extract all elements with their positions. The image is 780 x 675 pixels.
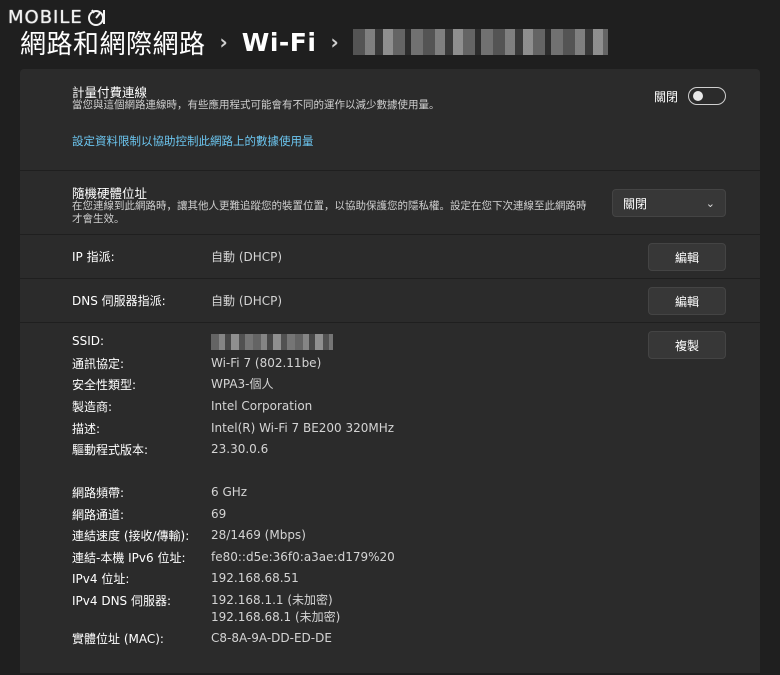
dns-assignment-value: 自動 (DHCP): [211, 294, 283, 308]
property-row: 製造商: Intel Corporation: [72, 398, 672, 416]
property-value: 6 GHz: [211, 485, 248, 499]
toggle-knob: [693, 91, 703, 101]
breadcrumb-chevron-icon: ›: [330, 30, 339, 54]
property-label: 描述:: [72, 422, 101, 436]
breadcrumb-chevron-icon: ›: [219, 30, 228, 54]
metered-connection-card: 計量付費連線 當您與這個網路連線時，有些應用程式可能會有不同的運作以減少數據使用…: [20, 69, 760, 171]
property-value: Intel Corporation: [211, 399, 313, 413]
ip-assignment-card: IP 指派: 自動 (DHCP) 編輯: [20, 235, 760, 279]
property-label: 實體位址 (MAC):: [72, 632, 164, 646]
property-row: 驅動程式版本: 23.30.0.6: [72, 441, 672, 459]
random-hardware-address-description: 在您連線到此網路時，讓其他人更難追蹤您的裝置位置，以協助保護您的隱私權。設定在您…: [72, 200, 587, 226]
breadcrumb-network-internet[interactable]: 網路和網際網路: [20, 24, 206, 61]
property-value-secondary: 192.168.68.1 (未加密): [211, 610, 341, 624]
dropdown-selected-value: 關閉: [623, 196, 648, 211]
chevron-down-icon: ⌄: [705, 196, 715, 210]
property-row: 網路通道: 69: [72, 506, 672, 524]
property-label: 連結-本機 IPv6 位址:: [72, 551, 186, 565]
property-value: fe80::d5e:36f0:a3ae:d179%20: [211, 550, 395, 564]
breadcrumb-network-name-redacted: [352, 29, 608, 55]
property-row-ssid: SSID:: [72, 334, 672, 352]
property-row: IPv4 位址: 192.168.68.51: [72, 570, 672, 588]
random-hardware-address-dropdown[interactable]: 關閉 ⌄: [612, 189, 726, 217]
property-label: 安全性類型:: [72, 378, 137, 392]
property-label: 製造商:: [72, 400, 113, 414]
property-row: 安全性類型: WPA3-個人: [72, 376, 672, 394]
property-value: 192.168.68.51: [211, 571, 299, 585]
property-value: WPA3-個人: [211, 377, 274, 391]
property-label: 通訊協定:: [72, 357, 125, 371]
property-value: 23.30.0.6: [211, 442, 269, 456]
property-value: Intel(R) Wi-Fi 7 BE200 320MHz: [211, 421, 395, 435]
property-label: 網路頻帶:: [72, 486, 125, 500]
property-row: 連結-本機 IPv6 位址: fe80::d5e:36f0:a3ae:d179%…: [72, 549, 672, 567]
network-properties-panel: 計量付費連線 當您與這個網路連線時，有些應用程式可能會有不同的運作以減少數據使用…: [20, 69, 760, 673]
dns-assignment-card: DNS 伺服器指派: 自動 (DHCP) 編輯: [20, 279, 760, 323]
data-limit-link[interactable]: 設定資料限制以協助控制此網路上的數據使用量: [72, 133, 314, 149]
property-label: 網路通道:: [72, 508, 125, 522]
property-row: IPv4 DNS 伺服器: 192.168.1.1 (未加密) 192.168.…: [72, 592, 672, 628]
property-label: 驅動程式版本:: [72, 443, 149, 457]
ip-assignment-label: IP 指派:: [72, 250, 115, 264]
property-row: 通訊協定: Wi-Fi 7 (802.11be): [72, 355, 672, 373]
breadcrumb-wifi[interactable]: Wi-Fi: [242, 28, 317, 57]
metered-connection-toggle[interactable]: [688, 87, 726, 105]
ip-assignment-value: 自動 (DHCP): [211, 250, 283, 264]
property-row: 描述: Intel(R) Wi-Fi 7 BE200 320MHz: [72, 420, 672, 438]
property-label: SSID:: [72, 334, 105, 348]
property-value: Wi-Fi 7 (802.11be): [211, 356, 322, 370]
property-label: 連結速度 (接收/傳輸):: [72, 529, 190, 543]
property-value: 192.168.1.1 (未加密): [211, 593, 333, 607]
property-row: 實體位址 (MAC): C8-8A-9A-DD-ED-DE: [72, 630, 672, 648]
property-value: C8-8A-9A-DD-ED-DE: [211, 631, 332, 645]
metered-toggle-label: 關閉: [653, 89, 678, 104]
random-hardware-address-card: 隨機硬體位址 在您連線到此網路時，讓其他人更難追蹤您的裝置位置，以協助保護您的隱…: [20, 171, 760, 235]
property-value: 28/1469 (Mbps): [211, 528, 306, 542]
property-label: IPv4 位址:: [72, 572, 130, 586]
metered-connection-description: 當您與這個網路連線時，有些應用程式可能會有不同的運作以減少數據使用量。: [72, 99, 440, 111]
metered-connection-toggle-group: 關閉: [654, 87, 726, 105]
property-row: 連結速度 (接收/傳輸): 28/1469 (Mbps): [72, 527, 672, 545]
random-hardware-address-description-line2: 才會生效。: [72, 213, 125, 225]
ip-assignment-edit-button[interactable]: 編輯: [648, 243, 726, 271]
property-row: 網路頻帶: 6 GHz: [72, 484, 672, 502]
property-value: 69: [211, 507, 227, 521]
dns-assignment-label: DNS 伺服器指派:: [72, 294, 166, 308]
breadcrumb: 網路和網際網路 › Wi-Fi ›: [20, 22, 608, 62]
dns-assignment-edit-button[interactable]: 編輯: [648, 287, 726, 315]
random-hardware-address-description-line1: 在您連線到此網路時，讓其他人更難追蹤您的裝置位置，以協助保護您的隱私權。設定在您…: [72, 200, 587, 212]
network-properties-card: 複製 SSID: 通訊協定: Wi-Fi 7 (802.11be) 安全性類型:…: [20, 323, 760, 673]
property-label: IPv4 DNS 伺服器:: [72, 594, 172, 608]
ssid-value-redacted: [211, 334, 333, 355]
